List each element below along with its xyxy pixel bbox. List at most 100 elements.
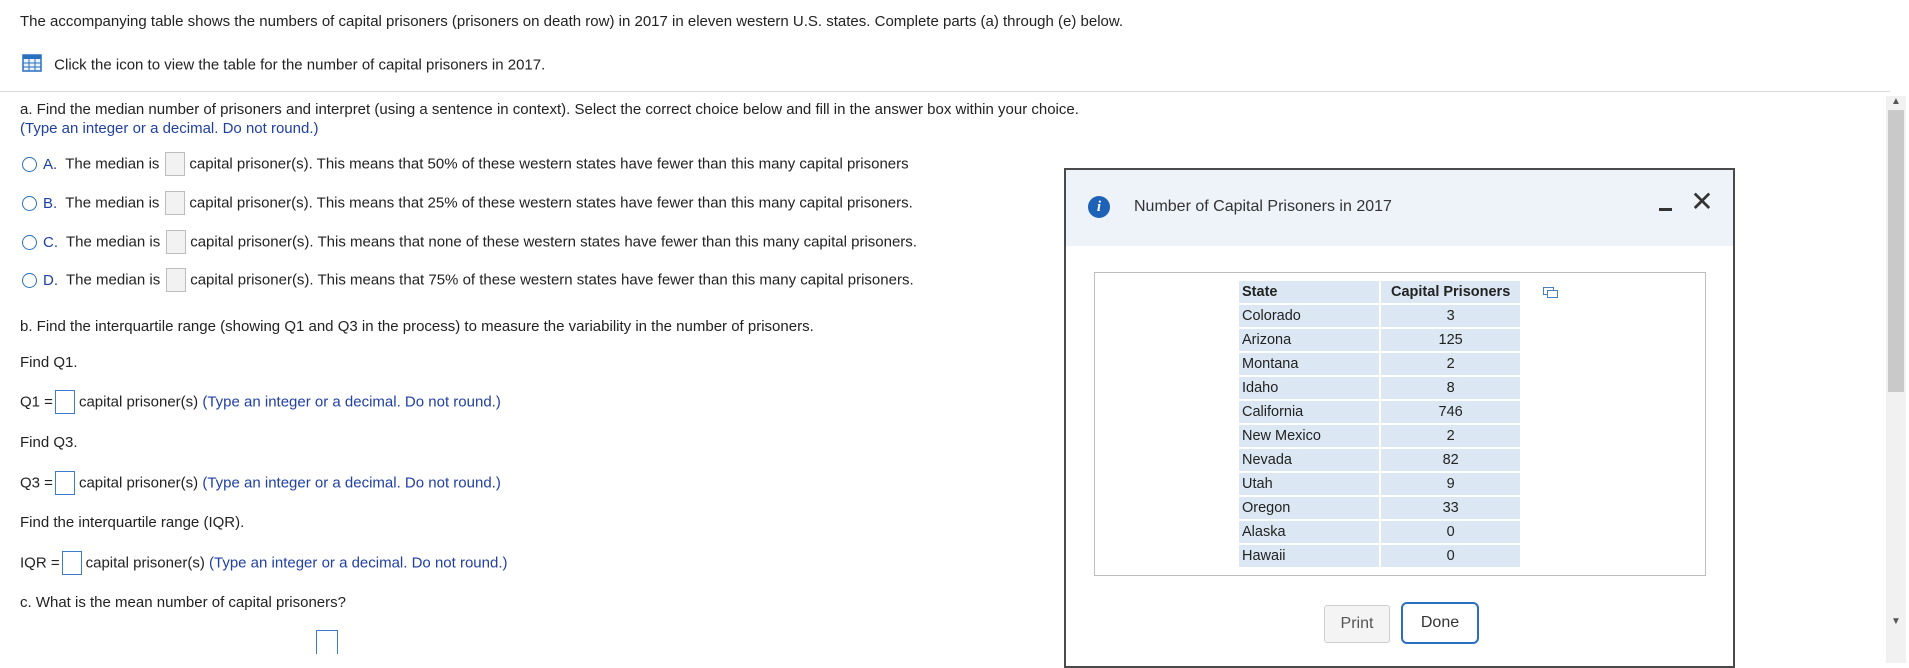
q3-row: Q3 = capital prisoner(s) (Type an integer… [20, 471, 501, 495]
state-cell: Idaho [1239, 377, 1379, 399]
choice-d-text-after: capital prisoner(s). This means that 75%… [190, 271, 914, 289]
find-q1-label: Find Q1. [20, 354, 78, 371]
part-a-prompt: a. Find the median number of prisoners a… [20, 101, 1079, 118]
q3-answer-box[interactable] [54, 471, 75, 495]
table-header-row: State Capital Prisoners [1239, 281, 1521, 303]
done-button[interactable]: Done [1401, 602, 1479, 644]
iqr-unit: capital prisoner(s) [85, 554, 205, 572]
choice-c-text-before: The median is [66, 233, 161, 251]
copy-icon[interactable] [1543, 287, 1559, 299]
choice-b-radio[interactable] [22, 195, 37, 211]
scroll-down-arrow-icon[interactable]: ▼ [1890, 616, 1902, 628]
table-row: Idaho 8 [1239, 377, 1521, 399]
prisoners-cell: 8 [1381, 377, 1521, 399]
choice-a-text-after: capital prisoner(s). This means that 50%… [189, 155, 909, 173]
state-cell: Nevada [1239, 449, 1379, 471]
choice-b-answer-box[interactable] [165, 191, 186, 215]
part-a-hint: (Type an integer or a decimal. Do not ro… [20, 120, 319, 137]
table-row: Nevada 82 [1239, 449, 1521, 471]
part-c-answer-box[interactable] [316, 630, 338, 654]
table-row: Montana 2 [1239, 353, 1521, 375]
choice-a[interactable]: A. The median is capital prisoner(s). This… [22, 152, 909, 176]
capital-prisoners-table: State Capital Prisoners Colorado 3 Arizon… [1237, 279, 1522, 569]
prisoners-cell: 0 [1381, 545, 1521, 567]
scrollbar-thumb[interactable] [1888, 110, 1904, 392]
intro-text: The accompanying table shows the numbers… [20, 13, 1124, 30]
choice-a-answer-box[interactable] [165, 152, 186, 176]
q1-answer-box[interactable] [54, 390, 75, 414]
choice-d-letter: D. [43, 271, 58, 289]
column-header-prisoners: Capital Prisoners [1381, 281, 1521, 303]
state-cell: California [1239, 401, 1379, 423]
close-icon[interactable]: ✕ [1688, 188, 1716, 216]
table-row: Colorado 3 [1239, 305, 1521, 327]
table-row: Hawaii 0 [1239, 545, 1521, 567]
prisoners-cell: 746 [1381, 401, 1521, 423]
find-iqr-label: Find the interquartile range (IQR). [20, 514, 245, 531]
table-row: California 746 [1239, 401, 1521, 423]
state-cell: Arizona [1239, 329, 1379, 351]
q1-unit: capital prisoner(s) [78, 393, 199, 411]
scroll-up-arrow-icon[interactable]: ▲ [1890, 96, 1902, 108]
table-row: New Mexico 2 [1239, 425, 1521, 447]
iqr-answer-box[interactable] [61, 551, 82, 575]
choice-a-letter: A. [43, 155, 58, 173]
section-divider [0, 91, 1890, 92]
choice-d-answer-box[interactable] [166, 268, 187, 292]
choice-c[interactable]: C. The median is capital prisoner(s). This… [22, 230, 917, 254]
choice-b[interactable]: B. The median is capital prisoner(s). This… [22, 191, 913, 215]
part-b-prompt: b. Find the interquartile range (showing… [20, 318, 814, 335]
q3-unit: capital prisoner(s) [78, 474, 199, 492]
table-row: Oregon 33 [1239, 497, 1521, 519]
choice-d[interactable]: D. The median is capital prisoner(s). This… [22, 268, 914, 292]
choice-b-text-after: capital prisoner(s). This means that 25%… [189, 194, 913, 212]
prisoners-cell: 125 [1381, 329, 1521, 351]
find-q3-label: Find Q3. [20, 434, 78, 451]
print-button[interactable]: Print [1324, 605, 1390, 643]
modal-header: i Number of Capital Prisoners in 2017 ✕ [1066, 170, 1733, 246]
iqr-hint: (Type an integer or a decimal. Do not ro… [209, 554, 508, 572]
prisoners-cell: 33 [1381, 497, 1521, 519]
choice-d-radio[interactable] [22, 272, 37, 288]
state-cell: Montana [1239, 353, 1379, 375]
prisoners-cell: 9 [1381, 473, 1521, 495]
state-cell: Hawaii [1239, 545, 1379, 567]
table-modal: i Number of Capital Prisoners in 2017 ✕ … [1064, 168, 1735, 668]
table-row: Alaska 0 [1239, 521, 1521, 543]
choice-a-text-before: The median is [65, 155, 160, 173]
minimize-icon[interactable] [1654, 196, 1676, 218]
choice-c-answer-box[interactable] [166, 230, 187, 254]
data-table-container: State Capital Prisoners Colorado 3 Arizon… [1094, 272, 1706, 576]
iqr-label: IQR = [20, 554, 60, 572]
state-cell: Alaska [1239, 521, 1379, 543]
choice-a-radio[interactable] [22, 156, 37, 172]
state-cell: New Mexico [1239, 425, 1379, 447]
q1-row: Q1 = capital prisoner(s) (Type an integer… [20, 390, 501, 414]
info-icon: i [1088, 196, 1110, 218]
prisoners-cell: 2 [1381, 353, 1521, 375]
choice-c-radio[interactable] [22, 234, 37, 250]
iqr-row: IQR = capital prisoner(s) (Type an intege… [20, 551, 508, 575]
choice-b-text-before: The median is [65, 194, 160, 212]
table-grid-icon[interactable] [22, 54, 42, 76]
prisoners-cell: 3 [1381, 305, 1521, 327]
column-header-state: State [1239, 281, 1379, 303]
state-cell: Utah [1239, 473, 1379, 495]
q3-hint: (Type an integer or a decimal. Do not ro… [202, 474, 501, 492]
modal-title: Number of Capital Prisoners in 2017 [1134, 198, 1392, 215]
table-link[interactable]: Click the icon to view the table for the… [22, 54, 545, 76]
prisoners-cell: 2 [1381, 425, 1521, 447]
table-row: Utah 9 [1239, 473, 1521, 495]
part-c-prompt: c. What is the mean number of capital pr… [20, 594, 346, 611]
choice-c-text-after: capital prisoner(s). This means that non… [190, 233, 917, 251]
q1-label: Q1 = [20, 393, 53, 411]
choice-c-letter: C. [43, 233, 58, 251]
table-row: Arizona 125 [1239, 329, 1521, 351]
choice-b-letter: B. [43, 194, 58, 212]
prisoners-cell: 82 [1381, 449, 1521, 471]
prisoners-cell: 0 [1381, 521, 1521, 543]
q3-label: Q3 = [20, 474, 53, 492]
table-link-label[interactable]: Click the icon to view the table for the… [54, 57, 545, 74]
choice-d-text-before: The median is [66, 271, 161, 289]
q1-hint: (Type an integer or a decimal. Do not ro… [202, 393, 501, 411]
